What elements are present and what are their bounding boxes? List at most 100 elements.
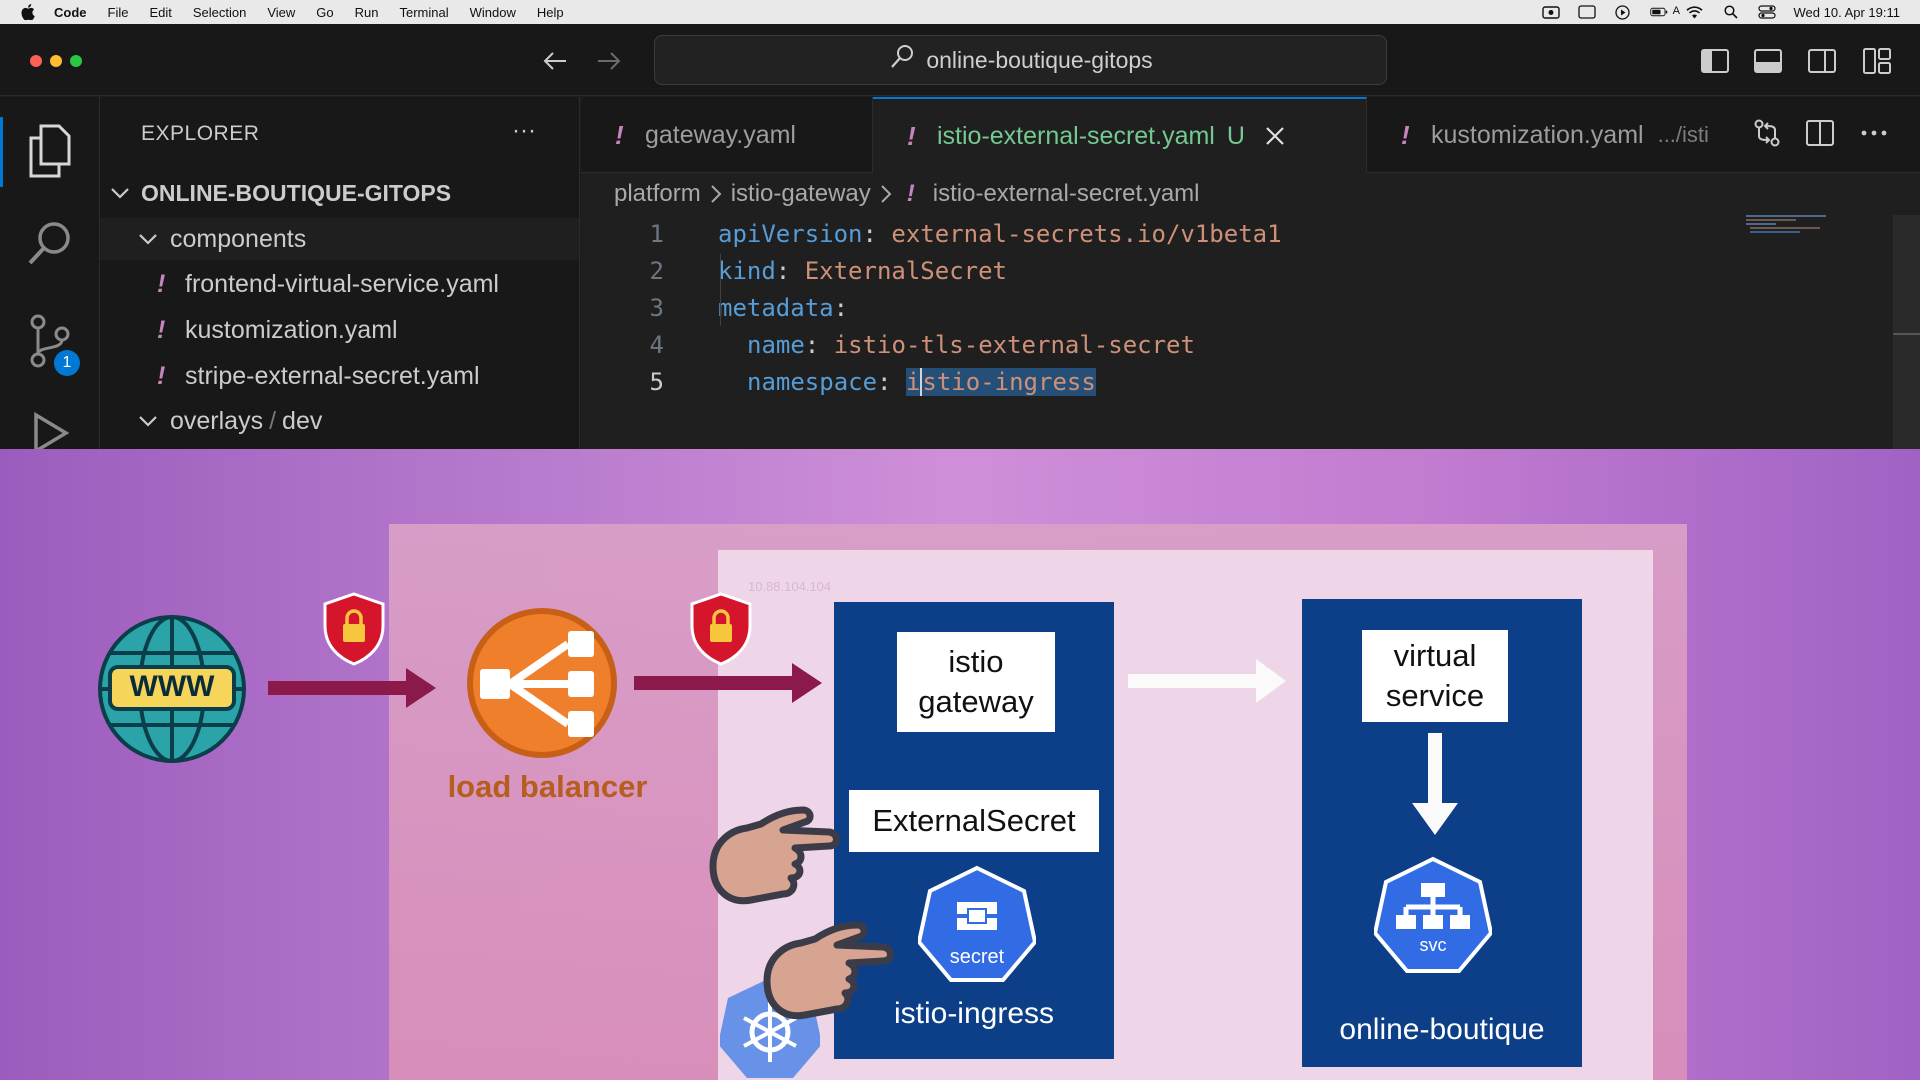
code-line: 4 name: istio-tls-external-secret	[581, 326, 1920, 363]
arrow-right-icon	[634, 661, 824, 705]
code-line: 3 metadata:	[581, 289, 1920, 326]
back-arrow-icon[interactable]	[540, 46, 570, 76]
window-title-bar: online-boutique-gitops	[0, 24, 1920, 96]
activity-bar: 1	[0, 97, 100, 449]
apple-logo-icon[interactable]	[20, 4, 36, 20]
chevron-down-icon	[108, 181, 132, 205]
spotlight-search-icon[interactable]	[1722, 5, 1740, 19]
explorer-more-actions-button[interactable]: ···	[512, 117, 536, 145]
yaml-file-icon: !	[157, 361, 166, 390]
tree-root-folder[interactable]: ONLINE-BOUTIQUE-GITOPS	[100, 172, 579, 214]
git-untracked-status: U	[1226, 121, 1245, 150]
screen-record-icon[interactable]	[1541, 5, 1560, 19]
command-center-text: online-boutique-gitops	[926, 46, 1153, 73]
editor-group: ! gateway.yaml ! istio-external-secret.y…	[581, 97, 1920, 449]
yaml-value: external-secrets.io/v1beta1	[891, 219, 1282, 248]
breadcrumb-file[interactable]: istio-external-secret.yaml	[933, 180, 1200, 208]
tab-gateway-yaml[interactable]: ! gateway.yaml	[581, 97, 873, 173]
pointing-hand-icon	[757, 921, 897, 1029]
zoom-window-button[interactable]	[70, 55, 82, 67]
yaml-file-icon: !	[906, 180, 915, 207]
yaml-file-icon: !	[615, 119, 624, 150]
toggle-panel-icon[interactable]	[1753, 46, 1783, 76]
cursor-char: i	[905, 367, 923, 396]
menu-run[interactable]: Run	[355, 5, 379, 20]
toggle-secondary-sidebar-icon[interactable]	[1807, 46, 1837, 76]
tree-file-label: stripe-external-secret.yaml	[185, 361, 480, 390]
run-debug-icon[interactable]	[22, 407, 78, 449]
tree-folder-label: components	[170, 224, 307, 253]
virtual-service-box: virtual service	[1362, 630, 1508, 722]
menu-view[interactable]: View	[267, 5, 295, 20]
battery-icon[interactable]	[1649, 5, 1668, 19]
close-tab-icon[interactable]	[1265, 126, 1285, 146]
menu-window[interactable]: Window	[470, 5, 516, 20]
selected-text: stio-ingress	[922, 367, 1096, 396]
active-view-indicator	[0, 117, 3, 187]
arrow-right-icon	[1128, 657, 1288, 705]
chevron-right-icon	[879, 183, 893, 205]
tree-folder-overlays-dev[interactable]: overlays / dev	[100, 400, 579, 442]
tree-file-label: kustomization.yaml	[185, 315, 398, 344]
input-source-icon[interactable]	[1577, 5, 1596, 19]
split-editor-icon[interactable]	[1804, 117, 1836, 149]
explorer-sidebar: EXPLORER ··· ONLINE-BOUTIQUE-GITOPS comp…	[100, 97, 580, 449]
line-number: 2	[649, 256, 664, 285]
yaml-key: apiVersion	[718, 219, 863, 248]
globe-www-icon: WWW	[98, 615, 246, 763]
tab-label: gateway.yaml	[645, 120, 796, 149]
menu-terminal[interactable]: Terminal	[400, 5, 449, 20]
menu-go[interactable]: Go	[316, 5, 333, 20]
play-circle-icon[interactable]	[1614, 4, 1632, 20]
menu-edit[interactable]: Edit	[149, 5, 171, 20]
close-window-button[interactable]	[30, 55, 42, 67]
yaml-key: kind	[718, 256, 776, 285]
toggle-primary-sidebar-icon[interactable]	[1700, 46, 1730, 76]
secret-icon-label: secret	[949, 946, 1005, 968]
yaml-colon: :	[775, 256, 791, 285]
search-view-icon[interactable]	[22, 215, 78, 271]
menu-help[interactable]: Help	[537, 5, 564, 20]
yaml-key: name	[747, 330, 805, 359]
menubar-clock[interactable]: Wed 10. Apr 19:11	[1794, 5, 1900, 20]
menu-app-name[interactable]: Code	[54, 5, 87, 20]
vertical-scrollbar[interactable]	[1893, 215, 1920, 449]
code-line-current: 5 namespace: istio-ingress	[581, 363, 1920, 400]
customize-layout-icon[interactable]	[1862, 46, 1892, 76]
secret-icon: secret	[916, 864, 1038, 982]
minimap[interactable]	[1746, 215, 1866, 245]
open-changes-icon[interactable]	[1751, 117, 1783, 149]
forward-arrow-icon[interactable]	[594, 46, 624, 76]
editor-tab-bar: ! gateway.yaml ! istio-external-secret.y…	[581, 97, 1920, 173]
breadcrumb: platform istio-gateway ! istio-external-…	[614, 173, 1200, 215]
tree-file-kustomization[interactable]: ! kustomization.yaml	[100, 309, 579, 351]
minimize-window-button[interactable]	[50, 55, 62, 67]
code-line: 2 kind: ExternalSecret	[581, 252, 1920, 289]
tab-kustomization-yaml[interactable]: ! kustomization.yaml .../isti	[1367, 97, 1737, 173]
tree-file-label: frontend-virtual-service.yaml	[185, 269, 499, 298]
chevron-down-icon	[136, 409, 160, 433]
input-source-label: A	[1672, 5, 1680, 17]
breadcrumb-item[interactable]: platform	[614, 180, 701, 208]
tree-file-frontend-virtual-service[interactable]: ! frontend-virtual-service.yaml	[100, 263, 579, 305]
ip-address-label: 10.88.104.104	[748, 579, 832, 594]
yaml-file-icon: !	[157, 269, 166, 298]
yaml-key: metadata	[718, 293, 834, 322]
line-number: 3	[649, 293, 664, 322]
macos-menu-bar: Code File Edit Selection View Go Run Ter…	[0, 0, 1920, 24]
breadcrumb-item[interactable]: istio-gateway	[731, 180, 871, 208]
architecture-diagram-overlay: 10.88.104.104 WWW load balancer istio ga…	[0, 449, 1920, 1080]
menu-file[interactable]: File	[108, 5, 129, 20]
wifi-icon[interactable]	[1686, 5, 1704, 19]
tree-file-stripe-external-secret[interactable]: ! stripe-external-secret.yaml	[100, 355, 579, 397]
tree-folder-components[interactable]: components	[100, 218, 579, 260]
editor-more-actions-icon[interactable]	[1858, 117, 1890, 149]
control-center-icon[interactable]	[1757, 5, 1776, 19]
explorer-files-icon[interactable]	[22, 123, 78, 179]
tab-istio-external-secret-yaml[interactable]: ! istio-external-secret.yaml U	[873, 97, 1367, 173]
menu-selection[interactable]: Selection	[193, 5, 246, 20]
command-center-search[interactable]: online-boutique-gitops	[654, 35, 1387, 85]
yaml-file-icon: !	[1401, 119, 1410, 150]
pointing-hand-icon	[703, 806, 843, 914]
external-secret-box: ExternalSecret	[849, 790, 1099, 852]
